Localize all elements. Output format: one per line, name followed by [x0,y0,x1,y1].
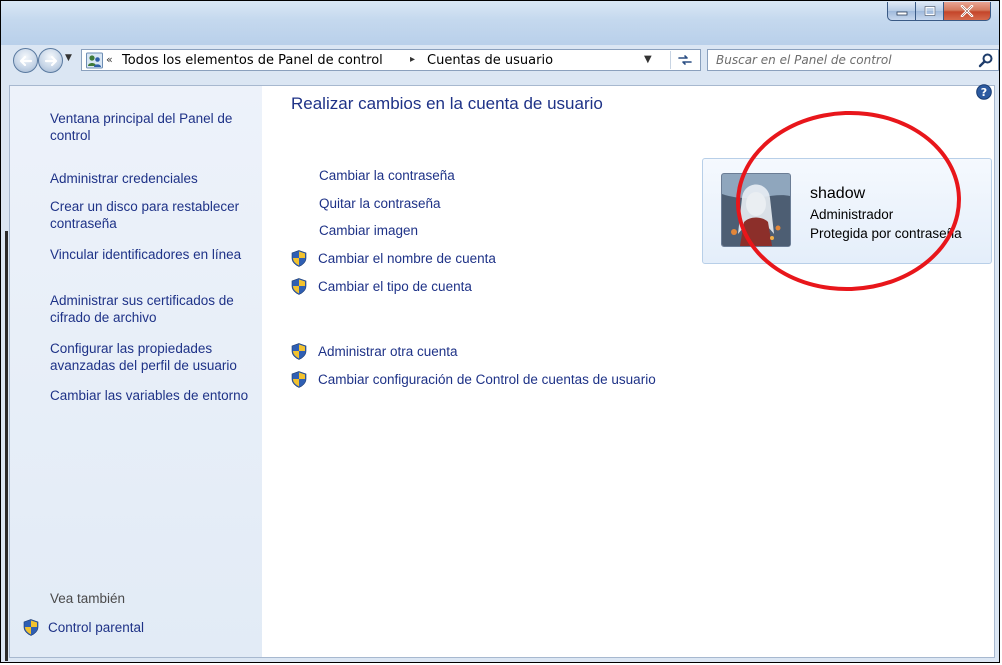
account-card: shadow Administrador Protegida por contr… [702,158,992,264]
task-change-account-type[interactable]: Cambiar el tipo de cuenta [291,278,472,295]
address-dropdown-icon[interactable]: ▼ [644,54,652,65]
avatar-picture-icon [722,174,790,246]
breadcrumb-overflow[interactable]: « [106,53,113,66]
refresh-icon [678,55,692,65]
navigation-row: ▼ « Todos los elementos de Panel de cont… [9,47,999,73]
window-controls [887,2,991,23]
task-label: Cambiar el tipo de cuenta [318,279,472,294]
sidebar-link-link-online-ids[interactable]: Vincular identificadores en línea [50,246,260,263]
svg-text:?: ? [981,86,987,99]
address-bar[interactable]: « Todos los elementos de Panel de contro… [81,49,701,71]
parental-control-label: Control parental [48,620,145,635]
maximize-icon [924,6,935,16]
shield-icon [291,278,307,295]
sidebar-link-parental-control[interactable]: Control parental [23,619,144,636]
page-title: Realizar cambios en la cuenta de usuario [291,94,603,113]
forward-arrow-icon [44,55,57,66]
task-label: Cambiar configuración de Control de cuen… [318,372,656,387]
task-label: Quitar la contraseña [319,196,441,211]
task-change-password[interactable]: Cambiar la contraseña [319,168,455,183]
shield-icon [291,250,307,267]
minimize-button[interactable] [887,2,915,21]
window-edge-shadow [5,231,8,661]
shield-icon [291,371,307,388]
task-label: Cambiar imagen [319,223,419,238]
sidebar-link-control-panel-home[interactable]: Ventana principal del Panel de control [50,110,260,144]
account-name: shadow [810,185,866,202]
see-also-heading: Vea también [50,591,126,606]
refresh-button[interactable] [670,51,699,69]
back-button[interactable] [13,48,38,73]
task-remove-password[interactable]: Quitar la contraseña [319,196,441,211]
recent-pages-dropdown-icon[interactable]: ▼ [65,53,72,63]
task-change-picture[interactable]: Cambiar imagen [319,223,418,238]
task-label: Cambiar la contraseña [319,168,455,183]
content-area: Ventana principal del Panel de control A… [9,84,995,658]
user-accounts-icon [86,52,103,69]
help-icon[interactable]: ? [976,84,992,100]
minimize-icon [896,11,907,16]
back-arrow-icon [19,55,32,66]
search-box[interactable]: Buscar en el Panel de control [707,49,999,71]
search-icon[interactable] [978,52,994,68]
sidebar-link-manage-credentials[interactable]: Administrar credenciales [50,170,260,187]
sidebar-link-create-reset-disk[interactable]: Crear un disco para restablecer contrase… [50,198,260,232]
task-label: Administrar otra cuenta [318,344,458,359]
close-icon [960,5,974,17]
sidebar-link-environment-variables[interactable]: Cambiar las variables de entorno [50,387,260,404]
shield-icon [291,343,307,360]
task-manage-another-account[interactable]: Administrar otra cuenta [291,343,458,360]
main-panel: ? Realizar cambios en la cuenta de usuar… [262,84,994,657]
sidebar-link-advanced-profile[interactable]: Configurar las propiedades avanzadas del… [50,340,260,374]
account-password-status: Protegida por contraseña [810,226,962,241]
task-change-account-name[interactable]: Cambiar el nombre de cuenta [291,250,496,267]
breadcrumb-user-accounts[interactable]: Cuentas de usuario [427,53,553,68]
task-label: Cambiar el nombre de cuenta [318,251,496,266]
control-panel-window: ▼ « Todos los elementos de Panel de cont… [0,0,1000,663]
close-button[interactable] [943,2,991,21]
breadcrumb-all-control-panel-items[interactable]: Todos los elementos de Panel de control [122,53,383,68]
shield-icon [23,619,39,636]
task-change-uac-settings[interactable]: Cambiar configuración de Control de cuen… [291,371,656,388]
account-type: Administrador [810,207,894,222]
search-placeholder: Buscar en el Panel de control [716,53,892,67]
sidebar-link-manage-certificates[interactable]: Administrar sus certificados de cifrado … [50,292,260,326]
sidebar: Ventana principal del Panel de control A… [10,86,262,657]
maximize-button[interactable] [915,2,943,21]
breadcrumb-separator-icon[interactable]: ▸ [410,54,415,65]
forward-button[interactable] [38,48,63,73]
title-bar[interactable] [1,1,999,45]
account-avatar[interactable] [721,173,791,247]
